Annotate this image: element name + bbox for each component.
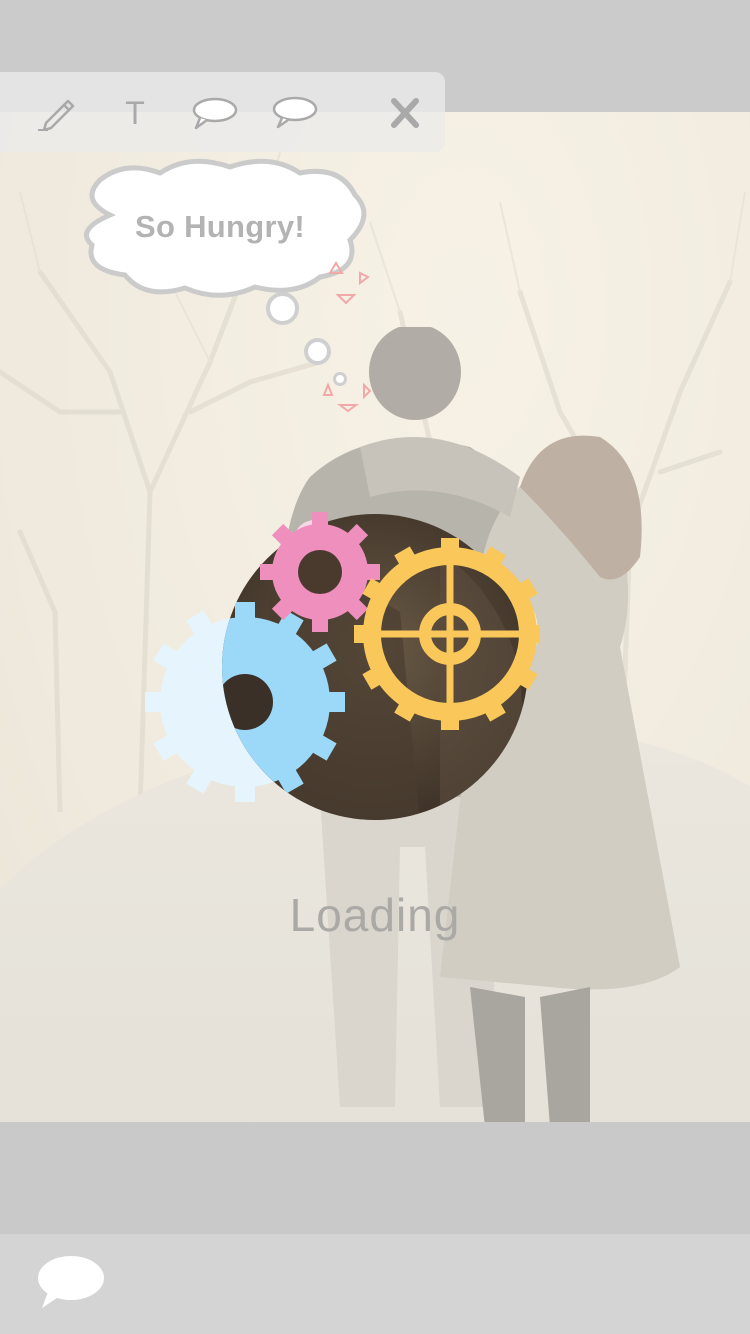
resize-handles[interactable] [318,255,378,415]
thought-bubble-text: So Hungry! [134,209,306,244]
text-tool-label: T [125,95,145,131]
chat-button[interactable] [34,1252,108,1314]
edit-toolbar: T [0,72,445,152]
pencil-tool-button[interactable] [34,92,80,134]
speech-bubble-tool-button[interactable] [190,92,240,134]
text-tool-button[interactable]: T [112,92,158,134]
close-tool-button[interactable] [382,92,428,134]
speech-bubble-icon [192,97,238,130]
loading-text: Loading [289,889,461,941]
footer-strip [0,1122,750,1234]
thought-bubble-tool-button[interactable] [270,92,320,134]
thought-bubble-tail-large [266,292,299,325]
bottom-bar [0,1234,750,1334]
thought-bubble-icon [272,96,318,129]
chat-bubble-icon [38,1256,104,1308]
pink-gear-icon [260,512,380,632]
pencil-icon [38,99,75,131]
close-icon [391,98,419,128]
loading-spinner [145,512,540,820]
